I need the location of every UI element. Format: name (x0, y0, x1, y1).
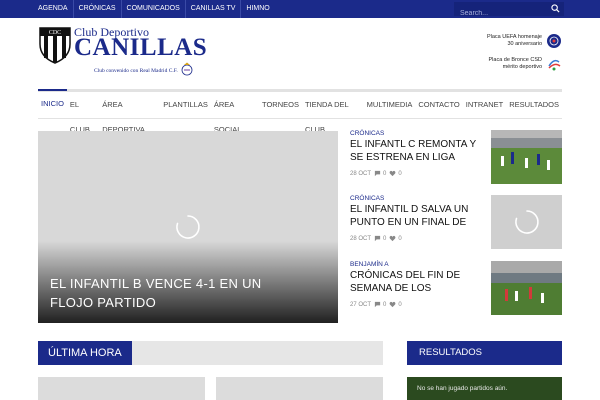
comment-icon (374, 301, 381, 308)
search-icon[interactable] (551, 4, 560, 13)
football-photo (491, 261, 562, 315)
article-meta: 28 OCT 0 0 (350, 170, 405, 177)
comment-icon (374, 170, 381, 177)
nav-torneos[interactable]: TORNEOS (259, 92, 302, 118)
article-comments: 0 (383, 235, 387, 242)
heart-icon[interactable] (389, 301, 396, 308)
nav-el-club[interactable]: EL CLUB (67, 92, 99, 134)
search-input[interactable] (454, 6, 544, 21)
article-likes: 0 (398, 235, 402, 242)
brand-name: CANILLAS (74, 34, 208, 61)
loading-spinner-icon (176, 215, 200, 239)
article-comments: 0 (383, 301, 387, 308)
featured-title[interactable]: EL INFANTIL B VENCE 4-1 EN UN FLOJO PART… (50, 274, 270, 312)
nav-intranet[interactable]: INTRANET (463, 92, 507, 118)
nav-plantillas[interactable]: PLANTILLAS (160, 92, 211, 118)
article-meta: 28 OCT 0 0 (350, 235, 405, 242)
article-date: 28 OCT (350, 235, 372, 242)
article-title[interactable]: EL INFANTL C REMONTA Y SE ESTRENA EN LIG… (350, 138, 485, 164)
top-nav-cronicas[interactable]: CRÓNICAS (74, 0, 122, 18)
resultados-label[interactable]: RESULTADOS (419, 341, 482, 365)
award-csd-line2: mérito deportivo (502, 64, 542, 70)
nav-inicio[interactable]: INICIO (38, 89, 67, 118)
site-logo[interactable]: CDC Club Deportivo CANILLAS Club conveni… (38, 24, 207, 80)
nav-resultados[interactable]: RESULTADOS (506, 92, 562, 118)
article-category[interactable]: BENJAMÍN A (350, 261, 389, 268)
top-nav-canillas-tv[interactable]: CANILLAS TV (186, 0, 242, 18)
uefa-badge-icon (547, 34, 561, 48)
nav-tienda[interactable]: TIENDA DEL CLUB (302, 92, 364, 134)
resultados-empty-text: No se han jugado partidos aún. (417, 385, 508, 392)
nav-contacto[interactable]: CONTACTO (415, 92, 462, 118)
article-thumbnail[interactable] (491, 261, 562, 315)
article-date: 27 OCT (350, 301, 372, 308)
article-thumbnail[interactable] (491, 195, 562, 249)
featured-article[interactable]: EL INFANTIL B VENCE 4-1 EN UN FLOJO PART… (38, 131, 338, 323)
club-crest-icon: CDC (39, 27, 71, 64)
article-date: 28 OCT (350, 170, 372, 177)
article-thumbnail[interactable] (491, 130, 562, 184)
award-csd: Placa de Bronce CSD mérito deportivo (489, 56, 563, 72)
real-madrid-badge-icon (181, 62, 193, 76)
football-photo (491, 130, 562, 184)
article-item: CRÓNICAS EL INFANTIL D SALVA UN PUNTO EN… (350, 195, 562, 255)
award-uefa-line2: 30 aniversario (507, 41, 542, 47)
article-category[interactable]: CRÓNICAS (350, 195, 384, 202)
brand-subtitle: Club convenido con Real Madrid C.F. (94, 68, 178, 74)
article-meta: 27 OCT 0 0 (350, 301, 405, 308)
award-uefa: Placa UEFA homenaje 30 aniversario (487, 33, 562, 49)
top-bar: AGENDA CRÓNICAS COMUNICADOS CANILLAS TV … (0, 0, 600, 21)
news-card[interactable] (216, 377, 383, 400)
resultados-panel: No se han jugado partidos aún. (407, 377, 562, 400)
award-csd-line1: Placa de Bronce CSD (488, 57, 543, 63)
news-card[interactable] (38, 377, 205, 400)
top-nav-comunicados[interactable]: COMUNICADOS (122, 0, 186, 18)
article-category[interactable]: CRÓNICAS (350, 130, 384, 137)
svg-text:CDC: CDC (49, 30, 61, 36)
top-nav-agenda[interactable]: AGENDA (33, 0, 74, 18)
main-nav: INICIO EL CLUB ÁREA DEPORTIVA PLANTILLAS… (38, 89, 562, 134)
nav-area-deportiva[interactable]: ÁREA DEPORTIVA (99, 92, 160, 134)
article-comments: 0 (383, 170, 387, 177)
award-uefa-line1: Placa UEFA homenaje (486, 34, 542, 40)
heart-icon[interactable] (389, 235, 396, 242)
comment-icon (374, 235, 381, 242)
nav-area-social[interactable]: ÁREA SOCIAL (211, 92, 259, 134)
article-title[interactable]: EL INFANTIL D SALVA UN PUNTO EN UN FINAL… (350, 203, 485, 229)
resultados-header: RESULTADOS (407, 341, 562, 365)
top-nav: AGENDA CRÓNICAS COMUNICADOS CANILLAS TV … (33, 0, 275, 18)
heart-icon[interactable] (389, 170, 396, 177)
ultima-hora-header: ÚLTIMA HORA (38, 341, 383, 365)
csd-badge-icon (548, 59, 561, 71)
search-box (454, 2, 564, 21)
article-title[interactable]: CRÓNICAS DEL FIN DE SEMANA DE LOS (350, 269, 485, 295)
top-nav-himno[interactable]: HIMNO (241, 0, 274, 18)
ultima-hora-label[interactable]: ÚLTIMA HORA (38, 341, 132, 365)
article-item: CRÓNICAS EL INFANTL C REMONTA Y SE ESTRE… (350, 130, 562, 190)
article-likes: 0 (398, 301, 402, 308)
article-likes: 0 (398, 170, 402, 177)
loading-spinner-icon (515, 210, 539, 234)
article-item: BENJAMÍN A CRÓNICAS DEL FIN DE SEMANA DE… (350, 261, 562, 321)
nav-multimedia[interactable]: MULTIMEDIA (364, 92, 416, 118)
